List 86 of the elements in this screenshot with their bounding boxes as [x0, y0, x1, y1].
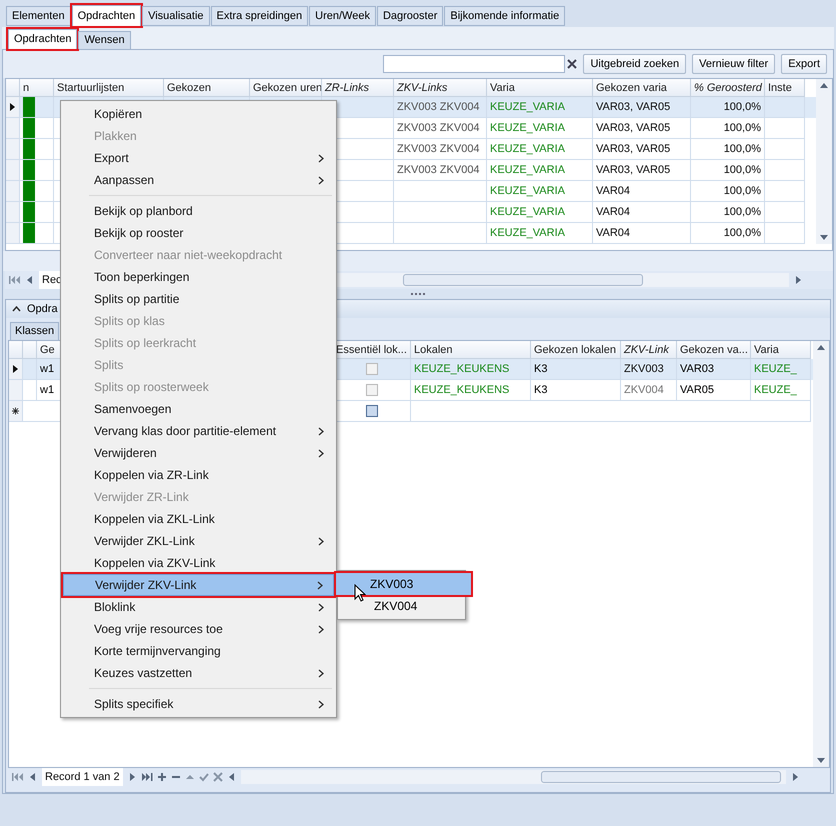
menu-item[interactable]: Verwijder ZKL-Link	[63, 530, 334, 552]
column-header[interactable]: Gekozen va...	[677, 341, 751, 359]
table-cell: 100,0%	[724, 143, 761, 155]
subtab[interactable]: Opdrachten	[8, 29, 78, 49]
menu-item[interactable]: Bekijk op planbord	[63, 200, 334, 222]
menu-item[interactable]: Koppelen via ZR-Link	[63, 464, 334, 486]
table-cell: KEUZE_VARIA	[490, 227, 565, 239]
tab[interactable]: Dagrooster	[376, 6, 444, 26]
menu-item[interactable]: Samenvoegen	[63, 398, 334, 420]
menu-item[interactable]: Koppelen via ZKL-Link	[63, 508, 334, 530]
table-cell: KEUZE_KEUKENS	[414, 363, 510, 375]
subtab[interactable]: Wensen	[78, 31, 131, 49]
menu-item[interactable]: Toon beperkingen	[63, 266, 334, 288]
table-cell: VAR03, VAR05	[596, 143, 670, 155]
table-cell: K3	[534, 384, 548, 396]
table-cell: KEUZE_VARIA	[490, 164, 565, 176]
column-header[interactable]: Gekozen uren	[250, 79, 322, 97]
table-cell: 100,0%	[724, 164, 761, 176]
record-label: Record 1 van 2	[42, 768, 123, 786]
table-cell: VAR04	[596, 206, 630, 218]
table-cell: 100,0%	[724, 227, 761, 239]
table-cell: 100,0%	[724, 101, 761, 113]
table-cell: ZKV003 ZKV004	[397, 122, 480, 134]
column-header[interactable]: Gekozen lokalen	[531, 341, 621, 359]
table-cell: VAR03, VAR05	[596, 164, 670, 176]
menu-item[interactable]: Splits specifiek	[63, 693, 334, 715]
tab[interactable]: Extra spreidingen	[210, 6, 308, 26]
column-header[interactable]: % Geroosterd	[691, 79, 765, 97]
table-cell: KEUZE_VARIA	[490, 122, 565, 134]
tab[interactable]: Bijkomende informatie	[444, 6, 566, 26]
menu-item[interactable]: Bekijk op rooster	[63, 222, 334, 244]
table-cell: ZKV004	[624, 384, 664, 396]
table-cell: w1	[40, 384, 54, 396]
tab[interactable]: Opdrachten	[72, 5, 142, 26]
tab[interactable]: Elementen	[6, 6, 71, 26]
column-header[interactable]: Lokalen	[411, 341, 531, 359]
column-header[interactable]: ZKV-Links	[394, 79, 487, 97]
toolbar-button[interactable]: Uitgebreid zoeken	[583, 54, 686, 74]
menu-item[interactable]: ZKV004	[340, 595, 463, 617]
group-title: Opdra	[27, 302, 58, 317]
table-cell: KEUZE_	[754, 363, 797, 375]
table-cell: VAR04	[596, 185, 630, 197]
table-cell: 100,0%	[724, 122, 761, 134]
table-cell: VAR05	[680, 384, 714, 396]
column-header[interactable]: Inste	[765, 79, 805, 97]
table-cell: ZKV003 ZKV004	[397, 143, 480, 155]
table-cell: 100,0%	[724, 185, 761, 197]
menu-item[interactable]: Splits op partitie	[63, 288, 334, 310]
table-cell: VAR03	[680, 363, 714, 375]
toolbar-button[interactable]: Vernieuw filter	[692, 54, 776, 74]
table-cell: ZKV003 ZKV004	[397, 101, 480, 113]
column-header[interactable]: Varia	[751, 341, 811, 359]
table-cell: KEUZE_VARIA	[490, 143, 565, 155]
menu-item[interactable]: Vervang klas door partitie-element	[63, 420, 334, 442]
table-cell: KEUZE_VARIA	[490, 206, 565, 218]
column-header[interactable]: Gekozen	[164, 79, 250, 97]
column-header[interactable]: ZR-Links	[322, 79, 394, 97]
column-header[interactable]: Gekozen varia	[593, 79, 691, 97]
table-cell: KEUZE_VARIA	[490, 101, 565, 113]
column-header[interactable]: Startuurlijsten	[54, 79, 164, 97]
table-cell: w1	[40, 363, 54, 375]
menu-item[interactable]: Bloklink	[63, 596, 334, 618]
menu-item[interactable]: Koppelen via ZKV-Link	[63, 552, 334, 574]
menu-item[interactable]: Voeg vrije resources toe	[63, 618, 334, 640]
tab[interactable]: Visualisatie	[142, 6, 210, 26]
table-cell: VAR03, VAR05	[596, 101, 670, 113]
menu-item[interactable]: Keuzes vastzetten	[63, 662, 334, 684]
table-cell: 100,0%	[724, 206, 761, 218]
tab[interactable]: Klassen	[10, 322, 60, 340]
table-cell: VAR04	[596, 227, 630, 239]
menu-item[interactable]: Verwijder ZKV-Link	[63, 574, 334, 596]
menu-item[interactable]: Korte termijnvervanging	[63, 640, 334, 662]
tab[interactable]: Uren/Week	[309, 6, 376, 26]
table-cell: ZKV003 ZKV004	[397, 164, 480, 176]
table-cell: KEUZE_	[754, 384, 797, 396]
column-header[interactable]: ZKV-Link	[621, 341, 677, 359]
table-cell: K3	[534, 363, 548, 375]
table-cell: KEUZE_KEUKENS	[414, 384, 510, 396]
table-cell: ZKV003	[624, 363, 664, 375]
menu-item[interactable]: ZKV003	[336, 573, 471, 595]
menu-item[interactable]: Verwijderen	[63, 442, 334, 464]
toolbar-button[interactable]: Export	[781, 54, 827, 74]
table-cell: KEUZE_VARIA	[490, 185, 565, 197]
column-header[interactable]: Varia	[487, 79, 593, 97]
table-cell: VAR03, VAR05	[596, 122, 670, 134]
column-header[interactable]: n	[20, 79, 54, 97]
